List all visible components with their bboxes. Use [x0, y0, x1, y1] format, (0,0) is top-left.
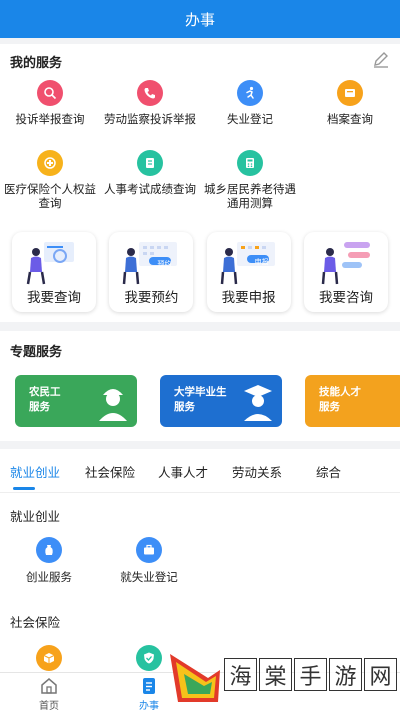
declare-illustration: [220, 242, 275, 285]
banner-skilled-talent[interactable]: 技能人才 服务: [305, 375, 400, 427]
tab-general[interactable]: 综合: [316, 462, 341, 481]
complaint-search-icon: [37, 80, 63, 106]
graduate-icon: [244, 385, 272, 421]
special-services-section: 专题服务 农民工 服务 大学毕业生 服务 技能人才 服务: [0, 331, 400, 441]
watermark-text: 海 棠 手 游 网: [224, 658, 397, 691]
banner-line1: 技能人才: [319, 386, 361, 398]
special-services-title: 专题服务: [10, 345, 63, 360]
service-exam-score[interactable]: 人事考试成绩查询: [100, 150, 200, 220]
card-appointment-label: 我要预约: [124, 290, 179, 306]
service-label: 劳动监察投诉举报: [104, 112, 196, 126]
vase-icon: [36, 537, 62, 563]
service-label: 失业登记: [227, 112, 273, 126]
card-declare-label: 我要申报: [221, 290, 276, 306]
my-services-section: 我的服务 投诉举报查询 劳动监察投诉举报 失业登记 档案查询 医疗保险个人权益查…: [0, 44, 400, 322]
service-complaint-query[interactable]: 投诉举报查询: [0, 80, 100, 150]
card-appointment[interactable]: 预约 我要预约: [109, 232, 194, 312]
service-label: 创业服务: [26, 570, 72, 584]
archive-icon: [337, 80, 363, 106]
tab-labor-relations[interactable]: 劳动关系: [232, 462, 282, 481]
service-pension-calc[interactable]: 城乡居民养老待遇通用测算: [200, 150, 300, 220]
top-bar: 办事: [0, 0, 400, 38]
my-services-title: 我的服务: [10, 56, 63, 71]
shield-check-icon: [136, 645, 162, 671]
page-title: 办事: [184, 10, 215, 29]
service-medical-insurance[interactable]: 医疗保险个人权益查询: [0, 150, 100, 220]
group-title-employment: 就业创业: [10, 509, 61, 524]
watermark-char: 网: [364, 658, 397, 691]
banner-migrant-workers[interactable]: 农民工 服务: [15, 375, 137, 427]
runner-icon: [237, 80, 263, 106]
service-label: 档案查询: [327, 112, 373, 126]
category-tabs: 就业创业 社会保险 人事人才 劳动关系 综合: [0, 449, 400, 493]
service-entrepreneurship[interactable]: 创业服务: [9, 537, 89, 585]
watermark-char: 游: [329, 658, 362, 691]
card-consult[interactable]: 我要咨询: [303, 232, 388, 312]
card-declare[interactable]: 申报 我要申报: [206, 232, 291, 312]
nav-home-label: 首页: [39, 701, 59, 711]
service-label: 医疗保险个人权益查询: [4, 182, 96, 210]
group-title-social-insurance: 社会保险: [10, 615, 61, 630]
service-label: 就失业登记: [120, 570, 178, 584]
card-query[interactable]: 我要查询: [12, 232, 96, 312]
consult-illustration: [321, 242, 370, 285]
service-social-insurance-1[interactable]: [9, 645, 89, 671]
appointment-illustration: [123, 242, 178, 285]
banner-carousel[interactable]: 农民工 服务 大学毕业生 服务 技能人才 服务: [15, 375, 400, 427]
medical-icon: [37, 150, 63, 176]
edit-icon[interactable]: [372, 51, 390, 69]
query-illustration: [26, 242, 74, 285]
service-label: 城乡居民养老待遇通用测算: [204, 182, 296, 210]
box-icon: [36, 645, 62, 671]
pension-calc-icon: [237, 150, 263, 176]
service-unemployment-register[interactable]: 失业登记: [200, 80, 300, 150]
tab-personnel-talent[interactable]: 人事人才: [158, 462, 208, 481]
exam-icon: [137, 150, 163, 176]
service-archive-query[interactable]: 档案查询: [300, 80, 400, 150]
worker-icon: [99, 389, 127, 421]
watermark-flag-icon: [170, 654, 220, 702]
home-icon: [41, 678, 57, 694]
nav-home[interactable]: 首页: [24, 676, 74, 711]
tab-employment[interactable]: 就业创业: [10, 462, 60, 481]
banner-line2: 服务: [319, 401, 340, 413]
watermark-logo: 海 棠 手 游 网: [168, 642, 400, 711]
tab-social-insurance[interactable]: 社会保险: [85, 462, 135, 481]
nav-tasks-label: 办事: [139, 701, 159, 711]
task-icon: [143, 678, 155, 694]
briefcase-icon: [136, 537, 162, 563]
active-tab-indicator: [13, 487, 35, 490]
service-employment-register[interactable]: 就失业登记: [109, 537, 189, 585]
card-consult-label: 我要咨询: [318, 290, 373, 306]
declare-tag: 申报: [254, 258, 269, 266]
nav-tasks[interactable]: 办事: [124, 676, 174, 711]
service-label: 人事考试成绩查询: [104, 182, 196, 196]
watermark-char: 棠: [259, 658, 292, 691]
card-query-label: 我要查询: [27, 290, 81, 306]
phone-icon: [137, 80, 163, 106]
banner-graduates[interactable]: 大学毕业生 服务: [160, 375, 282, 427]
watermark-char: 海: [224, 658, 257, 691]
appointment-tag: 预约: [157, 260, 172, 268]
watermark-char: 手: [294, 658, 327, 691]
service-label: 投诉举报查询: [15, 112, 85, 126]
service-labor-complaint[interactable]: 劳动监察投诉举报: [100, 80, 200, 150]
